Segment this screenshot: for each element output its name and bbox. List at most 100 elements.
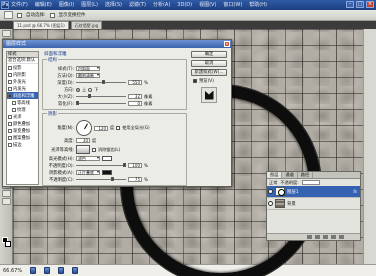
style-item[interactable]: 内阴影 bbox=[7, 71, 38, 78]
style-checkbox[interactable] bbox=[8, 114, 12, 119]
highlight-opacity-slider[interactable] bbox=[76, 163, 126, 167]
show-transform-checkbox[interactable] bbox=[49, 12, 55, 18]
highlight-color-swatch[interactable] bbox=[102, 156, 112, 161]
vertical-scrollbar[interactable] bbox=[363, 29, 376, 264]
menu-item[interactable]: 编辑(E) bbox=[35, 1, 52, 9]
tab-channels[interactable]: 通道 bbox=[282, 172, 298, 178]
blend-mode-select[interactable]: 正常 bbox=[269, 180, 277, 186]
auto-select-checkbox[interactable] bbox=[17, 12, 22, 18]
style-checkbox[interactable] bbox=[8, 121, 12, 126]
maximize-button[interactable]: □ bbox=[356, 1, 364, 8]
style-checkbox[interactable] bbox=[12, 107, 16, 112]
style-item[interactable]: 内发光 bbox=[7, 85, 38, 92]
tool-icon[interactable] bbox=[2, 198, 11, 205]
shadow-opacity-slider[interactable] bbox=[76, 177, 126, 181]
soften-slider[interactable] bbox=[76, 101, 126, 105]
angle-input[interactable]: 120 bbox=[94, 125, 108, 131]
doc-tab[interactable]: 石纹墙壁.jpg bbox=[70, 21, 103, 29]
link-icon[interactable] bbox=[307, 235, 312, 239]
style-select[interactable]: 内斜面 bbox=[76, 66, 100, 71]
size-slider-thumb[interactable] bbox=[87, 94, 91, 98]
mask-icon[interactable] bbox=[323, 235, 328, 239]
cancel-button[interactable]: 取消 bbox=[191, 60, 227, 67]
style-item[interactable]: 外发光 bbox=[7, 78, 38, 85]
tool-icon[interactable] bbox=[2, 190, 11, 197]
style-item[interactable]: 光泽 bbox=[7, 113, 38, 120]
blend-options-item[interactable]: 混合选项:默认 bbox=[7, 58, 38, 64]
style-checkbox[interactable] bbox=[8, 65, 12, 70]
taskbar-app-icon[interactable] bbox=[72, 267, 78, 274]
highlight-opacity-thumb[interactable] bbox=[123, 163, 126, 167]
angle-dial-icon[interactable] bbox=[76, 120, 92, 136]
style-checkbox[interactable] bbox=[8, 86, 12, 91]
menu-item[interactable]: 图层(L) bbox=[81, 1, 98, 9]
tab-layers[interactable]: 图层 bbox=[267, 172, 283, 178]
trash-icon[interactable] bbox=[339, 235, 344, 239]
menu-item[interactable]: 图像(I) bbox=[59, 1, 74, 9]
preview-checkbox[interactable] bbox=[193, 79, 197, 83]
new-style-button[interactable]: 新建样式(W)... bbox=[191, 69, 227, 76]
menu-item[interactable]: 滤镜(T) bbox=[129, 1, 146, 9]
shadow-opacity-input[interactable]: 75 bbox=[128, 177, 142, 182]
antialias-checkbox[interactable] bbox=[92, 147, 96, 152]
style-item[interactable]: 斜面和浮雕 bbox=[7, 92, 38, 99]
shadow-mode-select[interactable]: 正片叠底 bbox=[76, 170, 100, 175]
style-item[interactable]: 渐变叠加 bbox=[7, 127, 38, 134]
layer-row[interactable]: 背景 bbox=[267, 198, 360, 210]
eye-icon[interactable] bbox=[268, 189, 273, 194]
global-light-checkbox[interactable] bbox=[116, 126, 121, 130]
menu-item[interactable]: 文件(F) bbox=[11, 1, 28, 9]
gloss-contour-picker[interactable] bbox=[76, 145, 90, 154]
close-button[interactable]: × bbox=[366, 1, 374, 8]
layer-row[interactable]: 图层1 fx bbox=[267, 186, 360, 198]
style-checkbox[interactable] bbox=[8, 135, 12, 140]
move-tool-icon[interactable] bbox=[4, 11, 13, 19]
opacity-input[interactable] bbox=[301, 180, 320, 185]
taskbar-app-icon[interactable] bbox=[30, 267, 36, 274]
background-color-swatch[interactable] bbox=[5, 241, 11, 247]
dialog-close-icon[interactable]: × bbox=[224, 41, 230, 47]
menu-item[interactable]: 分析(A) bbox=[153, 1, 170, 9]
menu-item[interactable]: 视图(V) bbox=[199, 1, 216, 9]
soften-slider-thumb[interactable] bbox=[76, 101, 79, 105]
highlight-opacity-input[interactable]: 100 bbox=[128, 163, 142, 168]
ok-button[interactable]: 确定 bbox=[191, 51, 227, 58]
menu-item[interactable]: 帮助(H) bbox=[249, 1, 267, 9]
dialog-title[interactable]: 图层样式 × bbox=[3, 40, 231, 48]
altitude-input[interactable]: 30 bbox=[76, 138, 90, 143]
style-item[interactable]: 图案叠加 bbox=[7, 134, 38, 141]
style-checkbox[interactable] bbox=[8, 72, 12, 77]
new-layer-icon[interactable] bbox=[331, 235, 336, 239]
size-input[interactable]: 32 bbox=[128, 94, 142, 99]
style-item[interactable]: 描边 bbox=[7, 141, 38, 148]
doc-tab-active[interactable]: 11.psd @ 66.7% (图层1) bbox=[13, 21, 69, 29]
direction-down-radio[interactable] bbox=[88, 87, 93, 92]
tab-paths[interactable]: 路径 bbox=[298, 172, 314, 178]
style-checkbox[interactable] bbox=[8, 79, 12, 84]
shadow-opacity-thumb[interactable] bbox=[111, 177, 115, 181]
depth-slider-thumb[interactable] bbox=[101, 80, 105, 84]
style-item[interactable]: 投影 bbox=[7, 64, 38, 71]
style-item[interactable]: 纹理 bbox=[7, 106, 38, 113]
tool-icon[interactable] bbox=[2, 30, 11, 37]
eye-icon[interactable] bbox=[268, 201, 273, 206]
shadow-color-swatch[interactable] bbox=[102, 170, 112, 175]
style-checkbox[interactable] bbox=[8, 142, 12, 147]
menu-item[interactable]: 3D(D) bbox=[177, 1, 192, 9]
style-item[interactable]: 颜色叠加 bbox=[7, 120, 38, 127]
depth-slider[interactable] bbox=[76, 80, 126, 84]
preview-toggle[interactable]: 预览(V) bbox=[193, 78, 229, 84]
style-checkbox[interactable] bbox=[8, 128, 12, 133]
soften-input[interactable]: 0 bbox=[128, 101, 142, 106]
menu-item[interactable]: 选择(S) bbox=[105, 1, 122, 9]
size-slider[interactable] bbox=[76, 94, 126, 98]
direction-up-radio[interactable] bbox=[76, 87, 80, 92]
highlight-mode-select[interactable]: 滤色 bbox=[76, 156, 100, 161]
minimize-button[interactable]: – bbox=[346, 1, 354, 8]
depth-input[interactable]: 550 bbox=[128, 80, 142, 85]
style-checkbox[interactable] bbox=[8, 93, 12, 98]
fx-icon[interactable]: fx bbox=[353, 189, 357, 194]
style-item[interactable]: 等高线 bbox=[7, 99, 38, 106]
technique-select[interactable]: 雕刻清晰 bbox=[76, 73, 100, 78]
fx-menu-icon[interactable] bbox=[315, 235, 320, 239]
